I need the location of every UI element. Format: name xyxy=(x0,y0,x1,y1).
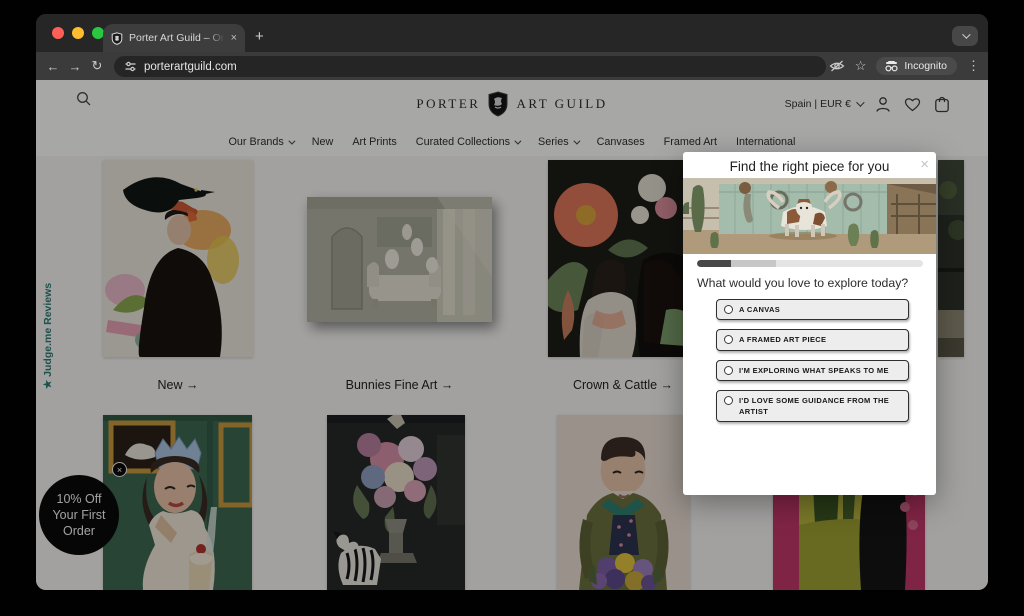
quiz-option-exploring[interactable]: I'M EXPLORING WHAT SPEAKS TO ME xyxy=(716,360,909,381)
site-settings-icon[interactable] xyxy=(124,60,137,73)
incognito-badge: Incognito xyxy=(876,57,957,75)
quiz-question: What would you love to explore today? xyxy=(697,276,908,290)
quiz-options: A CANVAS A FRAMED ART PIECE I'M EXPLORIN… xyxy=(716,299,909,422)
chevron-down-icon xyxy=(962,30,970,38)
forward-button[interactable]: → xyxy=(64,59,86,74)
radio-icon[interactable] xyxy=(724,396,733,405)
popup-title: Find the right piece for you xyxy=(683,159,936,174)
tab-strip: Porter Art Guild – Original Exc × + xyxy=(36,14,988,52)
url-text[interactable]: porterartguild.com xyxy=(144,61,237,73)
quiz-popup: Find the right piece for you × What woul… xyxy=(683,152,936,495)
minimize-window-button[interactable] xyxy=(72,27,84,39)
browser-menu-icon[interactable]: ⋮ xyxy=(967,58,980,74)
incognito-icon xyxy=(884,61,899,72)
bookmark-star-icon[interactable]: ☆ xyxy=(855,58,867,74)
quiz-progress-bar xyxy=(697,260,923,267)
incognito-label: Incognito xyxy=(904,60,947,72)
tab-search-chevron-button[interactable] xyxy=(952,26,978,46)
back-button[interactable]: ← xyxy=(42,59,64,74)
browser-tab[interactable]: Porter Art Guild – Original Exc × xyxy=(103,24,245,52)
quiz-option-canvas[interactable]: A CANVAS xyxy=(716,299,909,320)
privacy-eye-slash-icon[interactable] xyxy=(829,59,845,73)
screenshot-stage: Porter Art Guild – Original Exc × + ← → … xyxy=(0,0,1024,616)
quiz-option-framed-art[interactable]: A FRAMED ART PIECE xyxy=(716,329,909,350)
browser-toolbar: ← → ↻ porterartguild.com ☆ Incognito ⋮ xyxy=(36,52,988,80)
tab-favicon-shield-icon xyxy=(111,32,123,45)
reload-button[interactable]: ↻ xyxy=(86,58,108,74)
window-controls[interactable] xyxy=(52,27,104,39)
close-window-button[interactable] xyxy=(52,27,64,39)
browser-window: Porter Art Guild – Original Exc × + ← → … xyxy=(36,14,988,590)
quiz-option-guidance[interactable]: I'D LOVE SOME GUIDANCE FROM THE ARTIST xyxy=(716,390,909,423)
page-viewport: PORTER ART GUILD Spain | EUR € Our Brand… xyxy=(36,80,988,590)
new-tab-button[interactable]: + xyxy=(255,28,264,45)
popup-close-icon[interactable]: × xyxy=(920,157,929,172)
popup-hero-image-longhorn-ranch xyxy=(683,178,936,254)
radio-icon[interactable] xyxy=(724,305,733,314)
toolbar-right: ☆ Incognito ⋮ xyxy=(829,52,980,80)
progress-fill-mid xyxy=(731,260,776,267)
progress-fill-dark xyxy=(697,260,731,267)
tab-title: Porter Art Guild – Original Exc xyxy=(129,32,225,44)
radio-icon[interactable] xyxy=(724,366,733,375)
radio-icon[interactable] xyxy=(724,335,733,344)
address-bar[interactable]: porterartguild.com xyxy=(114,56,826,77)
tab-close-icon[interactable]: × xyxy=(231,33,237,44)
